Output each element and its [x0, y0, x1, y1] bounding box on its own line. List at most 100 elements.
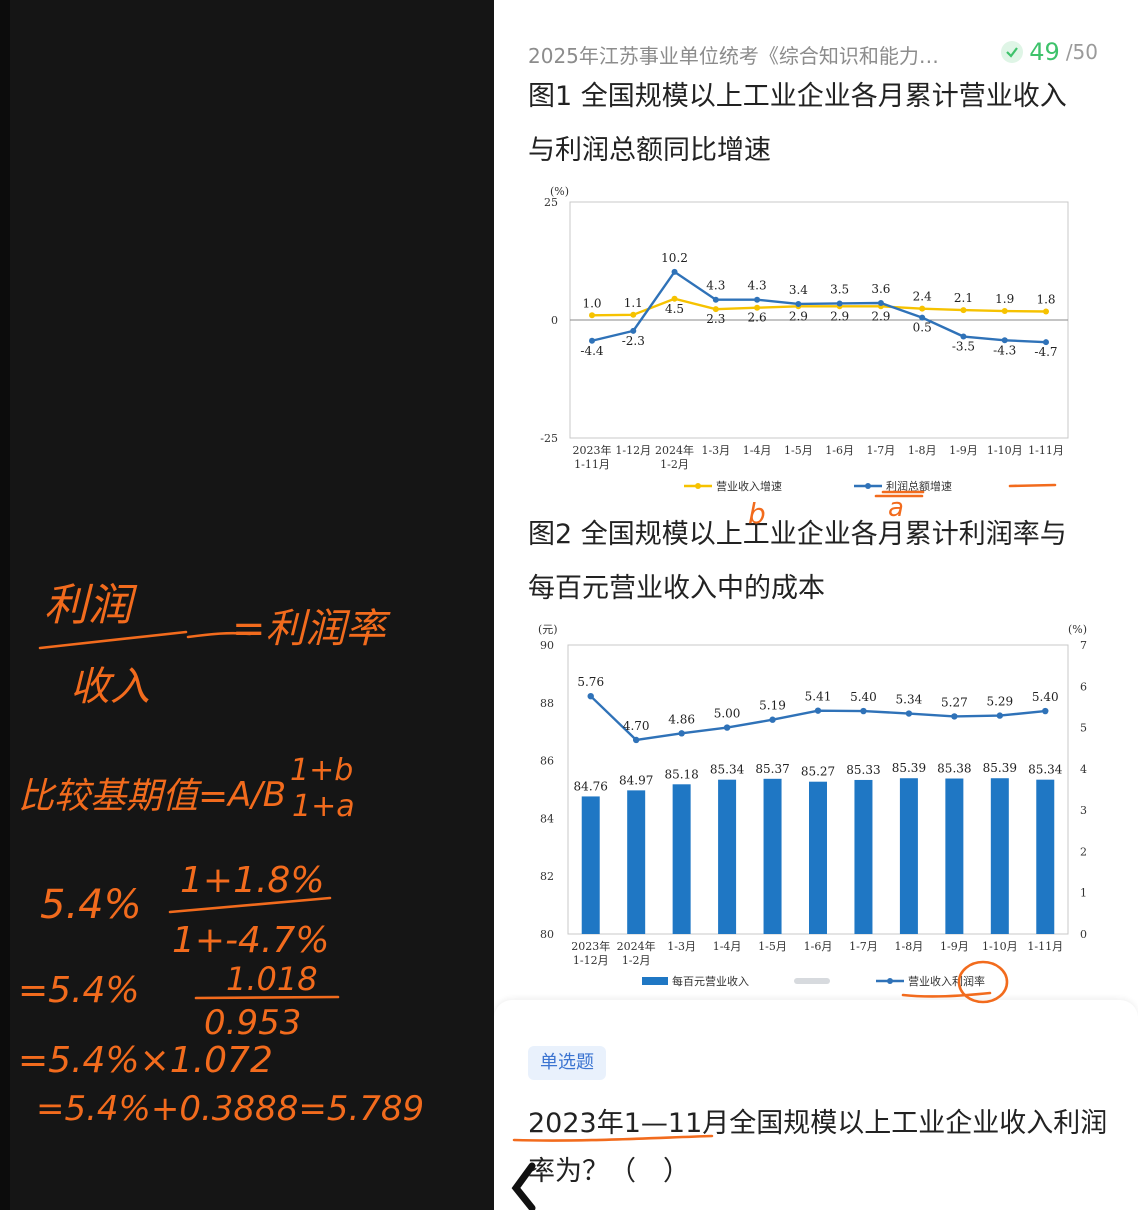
chart1-xtick: 1-12月: [615, 444, 651, 457]
chart2-bar-label: 85.27: [801, 765, 835, 779]
chart1-xtick: 1-7月: [867, 444, 896, 457]
chart2-bar: [672, 784, 691, 934]
chart1-data-label: 3.5: [830, 282, 849, 296]
chart2-bar-label: 85.34: [710, 763, 745, 777]
chart2-bar-label: 85.39: [892, 761, 926, 775]
chart2-rate-point: [951, 713, 958, 720]
chart1-data-label: 2.9: [789, 309, 808, 323]
progress-total: /50: [1065, 40, 1098, 64]
chart1-point: [795, 300, 802, 307]
chart2-legend-bar-label: 每百元营业收入: [672, 974, 749, 988]
chart2-xtick: 2024年 1-2月: [617, 939, 656, 967]
chart2-bar: [854, 779, 873, 934]
chart2-xtick: 1-8月: [895, 940, 924, 953]
chart2-ytick-right: 6: [1080, 680, 1087, 693]
chart1-data-label: 1.1: [624, 296, 643, 310]
check-icon: [1001, 41, 1024, 63]
chart1-data-label: -4.7: [1034, 345, 1057, 359]
chart1-data-label: 3.4: [789, 283, 808, 297]
chart1-ytick: 25: [544, 196, 558, 209]
chart1-legend-label: 利润总额增速: [886, 479, 952, 493]
chart1-point: [960, 307, 967, 314]
chart2-bar-label: 85.37: [755, 762, 789, 776]
progress-indicator[interactable]: 49 /50: [1001, 38, 1098, 66]
chart2-rate-point: [678, 730, 685, 737]
chart2-xtick: 1-5月: [758, 940, 787, 953]
chart1-xtick: 1-6月: [825, 444, 854, 457]
chart1-point: [919, 305, 926, 312]
chart2-bar-label: 85.18: [664, 767, 698, 781]
chart1-point: [589, 312, 595, 319]
chart2-bar-label: 85.33: [846, 763, 880, 777]
chart2-bar: [990, 778, 1009, 934]
chart2-ytick-right: 4: [1080, 763, 1087, 776]
chart2-bar-label: 84.97: [619, 773, 653, 787]
progress-current: 49: [1029, 38, 1060, 66]
chart1-legend-label: 营业收入增速: [716, 479, 782, 493]
chart2-xtick: 1-10月: [982, 940, 1018, 953]
chart1-point: [1043, 308, 1049, 315]
chart2-rate-label: 4.86: [668, 712, 695, 726]
chart1-xtick: 2024年 1-2月: [655, 443, 694, 471]
chart1-point: [836, 300, 843, 307]
chart1-data-label: 10.2: [661, 251, 688, 265]
chart2-legend-line-label: 营业收入利润率: [908, 974, 985, 988]
chart2-ytick-left: 84: [540, 812, 554, 825]
chart1-data-label: -3.5: [952, 340, 975, 354]
chart1-data-label: 3.6: [871, 282, 890, 296]
chart2-bar: [945, 778, 964, 934]
sheet-drag-handle[interactable]: [794, 978, 830, 984]
chart1-data-label: 2.9: [830, 309, 849, 323]
chart2-xtick: 1-9月: [940, 940, 969, 953]
chart2-bar-label: 85.38: [937, 762, 971, 776]
chart1-data-label: 2.9: [871, 309, 890, 323]
chart1-data-label: 2.3: [706, 312, 725, 326]
back-chevron-icon[interactable]: [508, 1162, 538, 1210]
chart2-right-unit: (%): [1068, 623, 1087, 636]
chart2-ytick-left: 90: [540, 639, 554, 652]
chart1-data-label: 1.8: [1036, 293, 1055, 307]
chart2-rate-point: [723, 724, 731, 731]
chart1-legend-marker: [865, 483, 871, 489]
chart1-data-label: 2.1: [954, 291, 973, 305]
chart2-rate-label: 5.41: [805, 690, 832, 704]
exam-title: 2025年江苏事业单位统考《综合知识和能力…: [528, 44, 939, 68]
chart1-legend-marker: [695, 483, 701, 489]
chart2-xtick: 1-3月: [667, 940, 696, 953]
chart2-xtick: 1-7月: [849, 940, 878, 953]
chart2-rate-label: 5.27: [941, 695, 968, 709]
chart2-rate-label: 5.40: [850, 690, 877, 704]
chart1-data-label: 4.3: [748, 279, 767, 293]
chart1-ytick: -25: [540, 432, 558, 445]
chart2-rate-label: 5.76: [577, 675, 604, 689]
question-text: 2023年1—11月全国规模以上工业企业收入利润率为？（ ）: [528, 1108, 1108, 1187]
chart2-legend-marker: [887, 978, 893, 984]
chart1-data-label: -4.4: [580, 344, 604, 358]
chart2-rate-point: [632, 736, 640, 744]
handwritten-notes-panel: [0, 0, 494, 1210]
chart2-xtick: 1-11月: [1027, 940, 1063, 953]
chart2-ytick-right: 1: [1080, 887, 1087, 900]
chart2-ytick-left: 86: [540, 755, 554, 768]
chart2-bar-label: 84.76: [574, 779, 608, 793]
chart2-bar-label: 85.39: [983, 761, 1017, 775]
figure1-chart: (%)250-252023年 1-11月1-12月 2024年 1-2月1-3月 1-4…: [540, 185, 1069, 493]
chart2-bar: [1036, 779, 1055, 934]
chart1-data-label: 1.9: [995, 292, 1014, 306]
chart2-ytick-left: 88: [540, 697, 554, 710]
chart1-xtick: 2023年 1-11月: [573, 443, 612, 471]
chart2-ytick-right: 2: [1080, 845, 1087, 858]
chart2-ytick-left: 82: [540, 870, 554, 883]
chart1-xtick: 1-4月: [743, 444, 772, 457]
question-page: 2025年江苏事业单位统考《综合知识和能力… 49 /50 图1 全国规模以上工…: [494, 0, 1138, 1210]
chart2-rate-point: [905, 710, 913, 717]
chart2-rate-label: 5.34: [896, 693, 923, 707]
chart2-bar: [763, 778, 782, 934]
chart1-xtick: 1-10月: [987, 444, 1023, 457]
chart1-xtick: 1-8月: [908, 444, 937, 457]
chart2-ytick-right: 5: [1080, 722, 1087, 735]
chart2-ytick-right: 3: [1080, 804, 1087, 817]
chart1-data-label: -4.3: [993, 343, 1016, 357]
chart2-ytick-right: 0: [1080, 928, 1087, 941]
chart1-point: [630, 311, 637, 318]
